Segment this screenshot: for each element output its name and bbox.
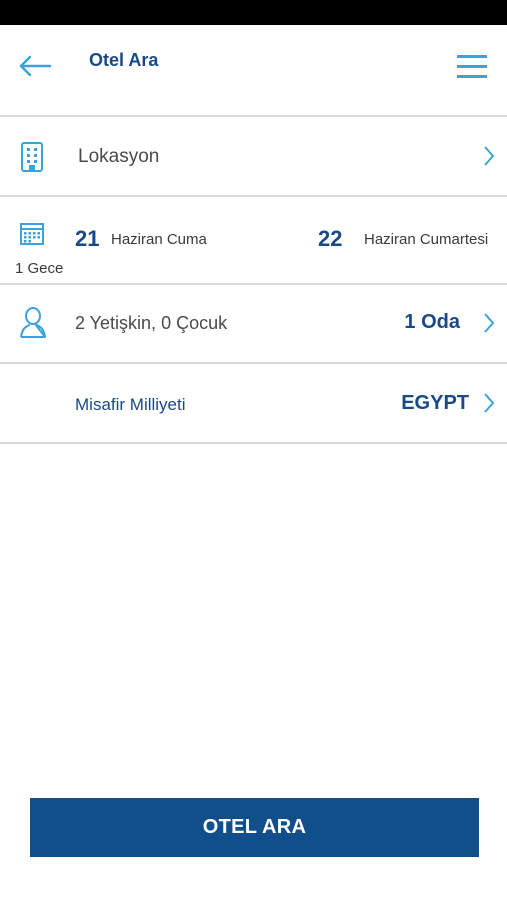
checkout-day: 22 xyxy=(318,226,343,251)
dates-row[interactable]: 21 Haziran Cuma 22 Haziran Cumartesi 1 G… xyxy=(0,197,507,283)
checkout-date-text: Haziran Cumartesi xyxy=(364,231,489,248)
divider xyxy=(0,442,507,444)
calendar-icon xyxy=(20,223,44,245)
chevron-right-icon xyxy=(484,313,495,333)
person-icon xyxy=(20,307,46,338)
arrow-left-icon xyxy=(19,55,52,77)
checkin-date-text: Haziran Cuma xyxy=(111,231,207,248)
nationality-row[interactable]: Misafir Milliyeti EGYPT xyxy=(0,364,507,442)
nights-count: 1 Gece xyxy=(15,260,64,277)
app-header xyxy=(0,25,507,116)
location-row[interactable]: Lokasyon xyxy=(0,117,507,195)
hamburger-menu-icon xyxy=(457,55,487,78)
checkin-day: 21 xyxy=(75,226,100,251)
rooms-value: 1 Oda xyxy=(404,311,460,333)
hotel-building-icon xyxy=(21,142,43,172)
chevron-right-icon xyxy=(484,146,495,166)
menu-button[interactable] xyxy=(452,50,492,84)
status-bar xyxy=(0,0,507,25)
search-hotel-button[interactable]: OTEL ARA xyxy=(30,798,479,857)
guests-row[interactable]: 2 Yetişkin, 0 Çocuk 1 Oda xyxy=(0,285,507,362)
back-button[interactable] xyxy=(16,52,56,80)
location-label: Lokasyon xyxy=(78,146,160,167)
page-title: Otel Ara xyxy=(89,50,159,70)
guests-label: 2 Yetişkin, 0 Çocuk xyxy=(75,313,228,333)
nationality-value: EGYPT xyxy=(401,392,469,414)
chevron-right-icon xyxy=(484,393,495,413)
nationality-label: Misafir Milliyeti xyxy=(75,395,186,414)
